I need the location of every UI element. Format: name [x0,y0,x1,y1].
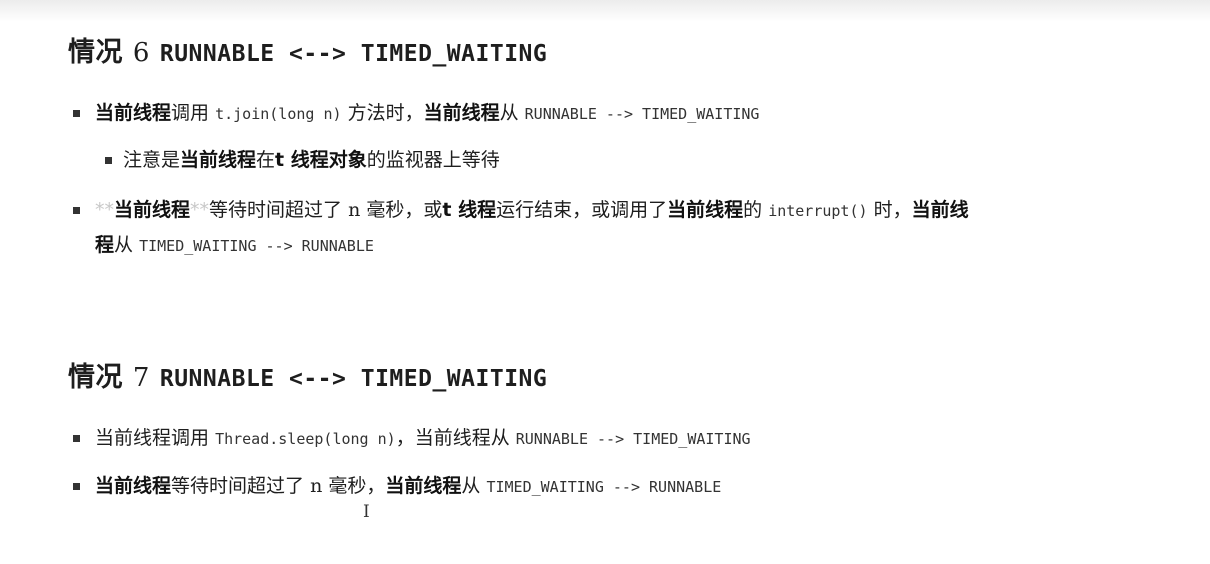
text: 从 [499,102,519,124]
s6-bullet-1: 当前线程调用 t.join(long n) 方法时，当前线程从 RUNNABLE… [95,101,759,126]
heading-title: RUNNABLE <--> TIMED_WAITING [159,41,548,67]
window-top-shadow [0,0,1210,22]
text: 的 [743,199,763,221]
text: 毫秒，或 [366,199,443,221]
text: ** [190,199,210,221]
text: ，当前线程从 [395,427,510,449]
text: 当前线程 [114,199,191,221]
bullet-icon [105,157,112,164]
s6-bullet-2: **当前线程**等待时间超过了 n 毫秒，或t 线程运行结束，或调用了当前线程的… [95,198,969,223]
text: 当前线程 [95,102,172,124]
s6-bullet-2-cont: 程从 TIMED_WAITING --> RUNNABLE [95,233,374,258]
text: 方法时， [347,102,424,124]
text: 注意是 [123,149,181,171]
text: 运行结束，或调用了 [496,199,668,221]
text: 调用 [171,102,210,124]
text: ** [95,199,114,221]
code: RUNNABLE --> TIMED_WAITING [515,430,751,448]
text: 从 [114,234,134,256]
text: t 线程 [442,199,497,221]
text: 当前线程 [667,199,744,221]
s7-bullet-2: 当前线程等待时间超过了 n 毫秒，当前线程从 TIMED_WAITING -->… [95,474,721,499]
bullet-icon [73,110,80,117]
code: Thread.sleep(long n) [215,430,396,448]
code: t.join(long n) [215,105,342,123]
text: 在 [256,149,276,171]
text: 程 [95,234,115,256]
heading-prefix: 情况 [68,362,123,393]
text: n [310,475,323,497]
heading-number: 6 [132,38,150,68]
text: n [348,199,361,221]
heading-prefix: 情况 [68,37,123,68]
text: 时， [873,199,912,221]
bullet-icon [73,435,80,442]
text: 从 [461,475,481,497]
section-6-heading: 情况 6 RUNNABLE <--> TIMED_WAITING [68,30,547,69]
text: 的监视器上等待 [366,149,500,171]
code: RUNNABLE --> TIMED_WAITING [524,105,760,123]
code: interrupt() [768,202,868,220]
text: 当前线程 [423,102,500,124]
text: 等待时间超过了 [171,475,305,497]
text: 当前线程调用 [95,427,210,449]
heading-title: RUNNABLE <--> TIMED_WAITING [159,366,548,392]
s6-sub-bullet: 注意是当前线程在t 线程对象的监视器上等待 [123,148,500,172]
bullet-icon [73,207,80,214]
section-7-heading: 情况 7 RUNNABLE <--> TIMED_WAITING [68,355,547,394]
heading-number: 7 [132,363,150,393]
text: 当前线程 [385,475,462,497]
text-cursor-icon: I [363,502,370,522]
text: 当前线程 [180,149,257,171]
text: 当前线 [911,199,969,221]
code: TIMED_WAITING --> RUNNABLE [139,237,374,255]
code: TIMED_WAITING --> RUNNABLE [486,478,722,496]
text: t 线程对象 [275,149,367,171]
text: 毫秒， [328,475,386,497]
s7-bullet-1: 当前线程调用 Thread.sleep(long n)，当前线程从 RUNNAB… [95,426,751,451]
bullet-icon [73,483,80,490]
text: 等待时间超过了 [209,199,343,221]
text: 当前线程 [95,475,172,497]
